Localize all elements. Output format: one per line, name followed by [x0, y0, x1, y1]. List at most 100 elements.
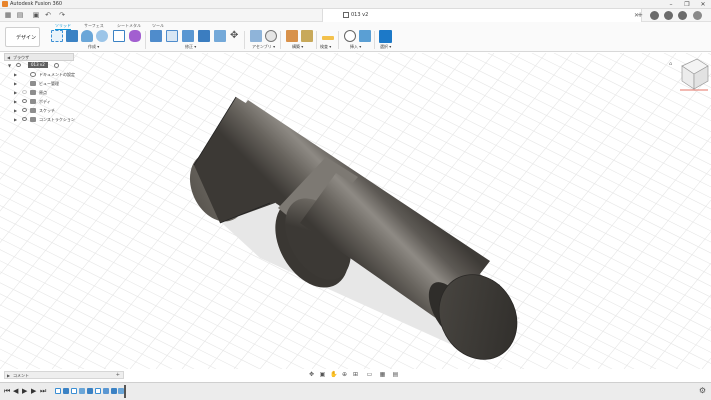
- new-tab-icon[interactable]: +: [636, 11, 644, 19]
- group-select-label[interactable]: 選択 ▾: [380, 44, 391, 49]
- insert-canvas-icon[interactable]: [359, 30, 371, 42]
- browser-item-sketches[interactable]: ▶ スケッチ: [4, 106, 74, 115]
- joint-icon[interactable]: [265, 30, 277, 42]
- fit-icon[interactable]: ⊞: [352, 371, 359, 378]
- grid-settings-icon[interactable]: ▦: [379, 371, 386, 378]
- revolve-icon[interactable]: [81, 30, 93, 42]
- expand-arrow-icon[interactable]: ▶: [14, 108, 17, 113]
- notifications-icon[interactable]: [664, 11, 673, 20]
- create-sketch-icon[interactable]: [51, 30, 63, 42]
- visibility-eye-icon[interactable]: [22, 99, 27, 103]
- offset-plane-icon[interactable]: [286, 30, 298, 42]
- document-tab[interactable]: 013 v2 ✕: [322, 9, 642, 22]
- zoom-icon[interactable]: ⊕: [341, 371, 348, 378]
- browser-item-origin[interactable]: ▶ 原点: [4, 88, 74, 97]
- extrude-icon[interactable]: [66, 30, 78, 42]
- canvas-viewport[interactable]: ⌂: [0, 53, 711, 369]
- shell-icon[interactable]: [214, 30, 226, 42]
- activate-radio-icon[interactable]: [54, 63, 59, 68]
- tab-surface[interactable]: サーフェス: [84, 22, 104, 29]
- tab-tools[interactable]: ツール: [152, 22, 164, 29]
- group-create-label[interactable]: 作成 ▾: [88, 44, 99, 49]
- group-construct-label[interactable]: 構築 ▾: [292, 44, 303, 49]
- expand-arrow-icon[interactable]: ▶: [14, 81, 17, 86]
- midplane-icon[interactable]: [301, 30, 313, 42]
- redo-icon[interactable]: ↷: [58, 11, 66, 19]
- display-settings-icon[interactable]: ▭: [366, 371, 373, 378]
- look-at-icon[interactable]: ▣: [319, 371, 326, 378]
- browser-header[interactable]: ◀ ブラウザ: [4, 53, 74, 61]
- tab-solid[interactable]: ソリッド: [55, 22, 71, 30]
- document-icon: [343, 12, 349, 18]
- folder-icon: [30, 108, 36, 113]
- file-menu-icon[interactable]: ▤: [16, 11, 24, 19]
- home-view-icon[interactable]: ⌂: [669, 61, 672, 67]
- group-modify-label[interactable]: 修正 ▾: [185, 44, 196, 49]
- expand-arrow-icon[interactable]: ▶: [14, 99, 17, 104]
- timeline-revolve-feature[interactable]: [79, 388, 85, 394]
- form-icon[interactable]: [129, 30, 141, 42]
- timeline-sketch-feature[interactable]: [71, 388, 77, 394]
- viewports-icon[interactable]: ▤: [392, 371, 399, 378]
- timeline-sketch-feature[interactable]: [55, 388, 61, 394]
- expand-arrow-icon[interactable]: ▶: [14, 72, 17, 77]
- browser-item-label: ボディ: [39, 99, 51, 104]
- step-forward-icon[interactable]: ▶: [31, 387, 36, 396]
- hole-icon[interactable]: [96, 30, 108, 42]
- undo-icon[interactable]: ↶: [44, 11, 52, 19]
- browser-root-row[interactable]: ▼ 013 v2: [4, 61, 74, 70]
- orbit-icon[interactable]: ✥: [308, 371, 315, 378]
- collapse-icon[interactable]: ◀: [7, 54, 10, 61]
- combine-icon[interactable]: [198, 30, 210, 42]
- new-component-icon[interactable]: [250, 30, 262, 42]
- group-inspect-label[interactable]: 検査 ▾: [320, 44, 331, 49]
- group-insert-label[interactable]: 挿入 ▾: [350, 44, 361, 49]
- help-icon[interactable]: [678, 11, 687, 20]
- go-to-end-icon[interactable]: ⏭: [40, 387, 46, 396]
- select-cursor-icon[interactable]: [379, 30, 392, 43]
- visibility-eye-icon[interactable]: [22, 117, 27, 121]
- add-comment-icon[interactable]: +: [116, 372, 120, 379]
- step-back-icon[interactable]: ◀: [13, 387, 18, 396]
- visibility-eye-icon[interactable]: [16, 63, 21, 67]
- browser-item-named-views[interactable]: ▶ ビュー管理: [4, 79, 74, 88]
- timeline-chamfer-feature[interactable]: [103, 388, 109, 394]
- maximize-button[interactable]: ❐: [679, 0, 695, 9]
- timeline-extrude-feature[interactable]: [87, 388, 93, 394]
- timeline-extrude-feature[interactable]: [63, 388, 69, 394]
- tab-sheet-metal[interactable]: シートメタル: [117, 22, 141, 29]
- expand-arrow-icon[interactable]: ▶: [14, 117, 17, 122]
- fillet-icon[interactable]: [166, 30, 178, 42]
- workspace-switcher[interactable]: デザイン ▾: [5, 27, 40, 61]
- data-panel-icon[interactable]: ▦: [4, 11, 12, 19]
- expand-arrow-icon[interactable]: ▼: [8, 63, 11, 68]
- browser-item-label: ドキュメントの設定: [39, 72, 75, 77]
- measure-icon[interactable]: [322, 36, 334, 40]
- play-icon[interactable]: ▶: [22, 387, 27, 396]
- chamfer-icon[interactable]: [182, 30, 194, 42]
- timeline-settings-gear-icon[interactable]: ⚙: [699, 386, 706, 395]
- insert-derive-icon[interactable]: [344, 30, 356, 42]
- visibility-eye-icon[interactable]: [22, 108, 27, 112]
- timeline-marker[interactable]: [124, 385, 126, 398]
- pattern-icon[interactable]: [113, 30, 125, 42]
- minimize-button[interactable]: –: [663, 0, 679, 9]
- browser-item-construction[interactable]: ▶ コンストラクション: [4, 115, 75, 124]
- timeline-sketch-feature[interactable]: [95, 388, 101, 394]
- expand-arrow-icon[interactable]: ▶: [14, 90, 17, 95]
- browser-item-document-settings[interactable]: ▶ ドキュメントの設定: [4, 70, 75, 79]
- timeline-extrude-feature[interactable]: [111, 388, 117, 394]
- user-avatar[interactable]: [693, 11, 702, 20]
- press-pull-icon[interactable]: [150, 30, 162, 42]
- go-to-start-icon[interactable]: ⏮: [4, 387, 10, 396]
- pan-icon[interactable]: ✋: [330, 371, 337, 378]
- save-icon[interactable]: ▣: [32, 11, 40, 19]
- expand-icon[interactable]: ▶: [7, 372, 10, 379]
- move-icon[interactable]: ✥: [230, 31, 238, 41]
- browser-item-bodies[interactable]: ▶ ボディ: [4, 97, 74, 106]
- group-assemble-label[interactable]: アセンブリ ▾: [252, 44, 275, 49]
- close-window-button[interactable]: ✕: [695, 0, 711, 9]
- job-status-icon[interactable]: [650, 11, 659, 20]
- visibility-eye-icon[interactable]: [22, 90, 27, 94]
- comments-panel[interactable]: ▶ コメント +: [4, 371, 124, 379]
